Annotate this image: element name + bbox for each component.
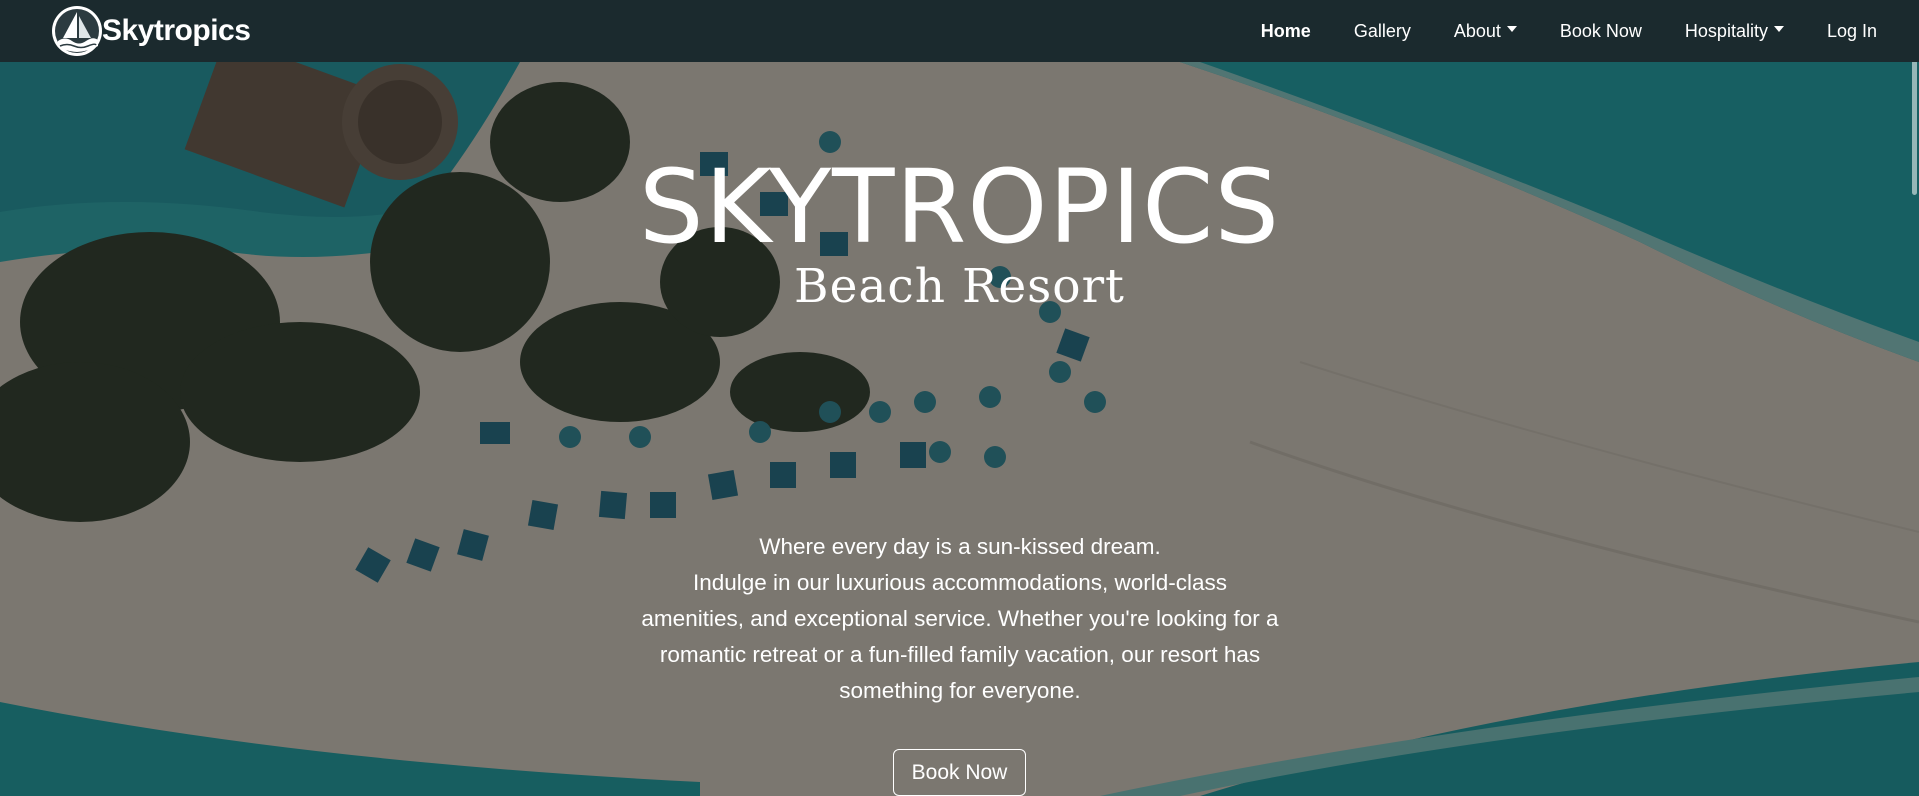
- caret-down-icon: [1506, 26, 1517, 32]
- hero-book-now-button[interactable]: Book Now: [893, 749, 1026, 796]
- brand-link[interactable]: Skytropics: [50, 4, 251, 58]
- nav-hospitality-dropdown[interactable]: Hospitality: [1685, 21, 1784, 42]
- hero-description-block: Where every day is a sun-kissed dream. I…: [640, 529, 1280, 709]
- nav-book-now-label: Book Now: [1559, 20, 1642, 41]
- nav-hospitality-label: Hospitality: [1684, 20, 1768, 41]
- sailboat-wave-logo-icon: [52, 6, 102, 56]
- nav-home-label: Home: [1260, 20, 1311, 41]
- hero-subtitle: Beach Resort: [794, 259, 1125, 314]
- nav-gallery-label: Gallery: [1353, 20, 1411, 41]
- nav-gallery[interactable]: Gallery: [1354, 21, 1411, 42]
- nav-log-in-label: Log In: [1826, 20, 1877, 41]
- hero-tagline: Where every day is a sun-kissed dream.: [759, 534, 1161, 559]
- nav-book-now[interactable]: Book Now: [1560, 21, 1642, 42]
- nav-log-in[interactable]: Log In: [1827, 21, 1877, 42]
- brand-name: Skytropics: [102, 14, 251, 47]
- navbar: Skytropics Home Gallery About Book Now H…: [0, 0, 1919, 62]
- hero-section: SKYTROPICS Beach Resort Where every day …: [0, 62, 1919, 796]
- nav-about-dropdown[interactable]: About: [1454, 21, 1517, 42]
- caret-down-icon: [1773, 26, 1784, 32]
- nav-home[interactable]: Home: [1261, 21, 1311, 42]
- hero-title: SKYTROPICS: [638, 148, 1281, 267]
- page-scrollbar-thumb[interactable]: [1912, 60, 1917, 195]
- nav-menu: Home Gallery About Book Now Hospitality …: [1218, 0, 1877, 62]
- nav-about-label: About: [1453, 20, 1501, 41]
- hero-description: Indulge in our luxurious accommodations,…: [641, 570, 1279, 703]
